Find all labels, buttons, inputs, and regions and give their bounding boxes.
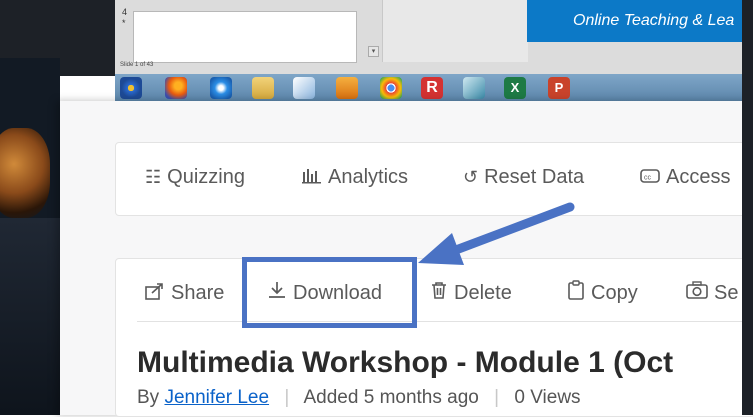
delete-label: Delete — [454, 281, 512, 304]
copy-button[interactable]: Copy — [567, 280, 638, 306]
share-label: Share — [171, 281, 225, 304]
reset-data-button[interactable]: ↺ Reset Data — [463, 164, 584, 190]
paint-icon[interactable] — [293, 77, 315, 99]
slide-star: * — [122, 18, 126, 28]
view-count: 0 Views — [514, 387, 581, 408]
clipboard-icon — [567, 280, 585, 306]
reset-icon: ↺ — [463, 166, 479, 187]
firefox-icon[interactable] — [165, 77, 187, 99]
reset-data-label: Reset Data — [484, 165, 585, 188]
slide-counter: Slide 1 of 43 — [120, 62, 154, 68]
quizzing-button[interactable]: ☷ Quizzing — [145, 164, 245, 190]
media-meta: By Jennifer Lee | Added 5 months ago | 0… — [137, 387, 581, 409]
r-app-icon[interactable]: R — [421, 77, 443, 99]
by-prefix: By — [137, 387, 160, 408]
slide-banner: Online Teaching & Lea — [527, 0, 753, 42]
settings-label: Se — [714, 281, 739, 304]
annotation-arrow — [418, 202, 575, 265]
closed-captions-icon: cc — [640, 167, 660, 188]
accessibility-label: Access — [666, 165, 731, 188]
quizzing-label: Quizzing — [167, 165, 245, 188]
highlight-box — [242, 257, 417, 328]
share-icon — [145, 282, 165, 305]
windows-start-icon[interactable] — [120, 77, 142, 99]
app-icon[interactable] — [463, 77, 485, 99]
trash-icon — [430, 280, 448, 306]
scroll-down-arrow[interactable]: ▾ — [368, 46, 379, 57]
quiz-list-icon: ☷ — [145, 166, 162, 187]
divider — [137, 321, 753, 322]
media-player-icon[interactable] — [336, 77, 358, 99]
chrome-icon[interactable] — [380, 77, 402, 99]
meta-separator: | — [494, 387, 500, 408]
presenter-face — [0, 128, 50, 218]
copy-label: Copy — [591, 281, 638, 304]
excel-icon[interactable]: X — [504, 77, 526, 99]
delete-button[interactable]: Delete — [430, 280, 512, 306]
settings-button[interactable]: Se — [686, 280, 738, 306]
camera-icon — [686, 281, 708, 305]
analytics-button[interactable]: Analytics — [302, 164, 408, 190]
analytics-label: Analytics — [328, 165, 409, 188]
presenter-body — [0, 218, 60, 415]
internet-explorer-icon[interactable] — [210, 77, 232, 99]
author-link[interactable]: Jennifer Lee — [164, 387, 269, 408]
meta-separator: | — [284, 387, 290, 408]
slide-number: 4 — [122, 7, 128, 17]
file-explorer-icon[interactable] — [252, 77, 274, 99]
slide-thumbnail[interactable] — [133, 11, 357, 63]
bar-chart-icon — [302, 166, 322, 189]
accessibility-button[interactable]: cc Access — [640, 164, 730, 190]
share-button[interactable]: Share — [145, 280, 224, 306]
svg-text:cc: cc — [644, 174, 652, 181]
window-frame-edge — [742, 0, 753, 415]
webcam-video — [0, 58, 60, 415]
media-title: Multimedia Workshop - Module 1 (Oct — [137, 346, 674, 379]
powerpoint-icon[interactable]: P — [548, 77, 570, 99]
slide-editor-area — [382, 0, 528, 62]
added-date: Added 5 months ago — [303, 387, 479, 408]
